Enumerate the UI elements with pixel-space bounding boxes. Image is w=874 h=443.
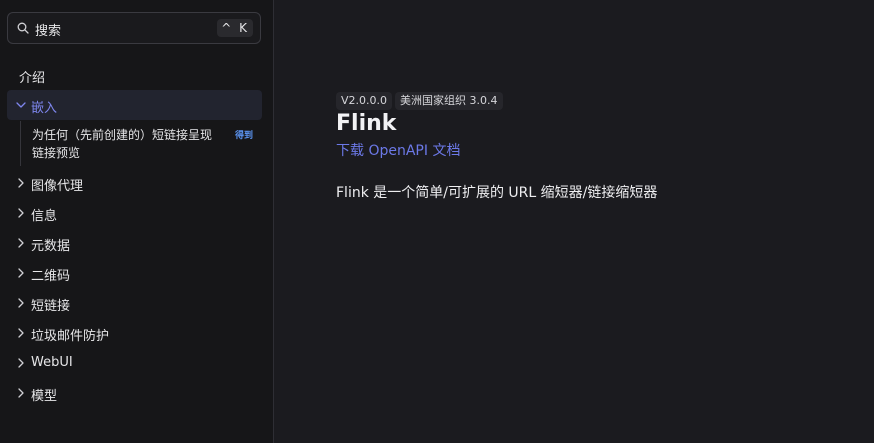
- sidebar-item-label: WebUI: [31, 355, 73, 370]
- sidebar-item-spam-protection[interactable]: 垃圾邮件防护: [7, 318, 262, 348]
- chevron-right-icon: [18, 268, 24, 278]
- sidebar-item-label: 图像代理: [31, 179, 84, 194]
- search-placeholder: 搜索: [35, 24, 62, 39]
- chevron-right-icon: [18, 388, 24, 398]
- search-shortcut: ^ K: [217, 19, 253, 37]
- subitem-label: 为任何（先前创建的）短链接呈现链接预览: [32, 128, 213, 160]
- chevron-right-icon: [18, 358, 24, 368]
- sidebar-item-image-proxy[interactable]: 图像代理: [7, 168, 262, 198]
- chevron-right-icon: [18, 238, 24, 248]
- version-tag: V2.0.0.0: [336, 92, 393, 110]
- section-title: 介绍: [19, 71, 46, 86]
- sidebar-item-label: 元数据: [31, 239, 71, 254]
- chevron-right-icon: [18, 298, 24, 308]
- sidebar-item-metadata[interactable]: 元数据: [7, 228, 262, 258]
- search-box[interactable]: 搜索 ^ K: [7, 12, 261, 44]
- tag-row: V2.0.0.0 美洲国家组织 3.0.4: [336, 89, 836, 110]
- chevron-right-icon: [18, 328, 24, 338]
- http-method-badge: 得到: [234, 131, 253, 141]
- main-content: V2.0.0.0 美洲国家组织 3.0.4 Flink 下载 OpenAPI 文档…: [336, 89, 836, 202]
- sidebar-item-qrcode[interactable]: 二维码: [7, 258, 262, 288]
- app: 搜索 ^ K 介绍 嵌入 为任何（先前创建的）短链接呈现链接预览 得到 图像代理…: [0, 0, 874, 443]
- search-icon: [17, 22, 29, 34]
- sidebar-item-info[interactable]: 信息: [7, 198, 262, 228]
- chevron-down-icon: [16, 102, 26, 108]
- sidebar-subitem-link-preview[interactable]: 为任何（先前创建的）短链接呈现链接预览 得到: [20, 121, 261, 166]
- sidebar-item-label: 短链接: [31, 299, 71, 314]
- api-description: Flink 是一个简单/可扩展的 URL 缩短器/链接缩短器: [336, 185, 658, 201]
- sidebar-item-embed[interactable]: 嵌入: [7, 90, 262, 120]
- sidebar: 搜索 ^ K 介绍 嵌入 为任何（先前创建的）短链接呈现链接预览 得到 图像代理…: [0, 0, 274, 443]
- sidebar-item-label: 垃圾邮件防护: [31, 329, 110, 344]
- sidebar-item-label: 模型: [31, 389, 58, 404]
- page-title: Flink: [336, 111, 397, 136]
- chevron-right-icon: [18, 208, 24, 218]
- sidebar-item-label: 二维码: [31, 269, 71, 284]
- download-openapi-link[interactable]: 下载 OpenAPI 文档: [336, 140, 836, 160]
- sidebar-item-shortlink[interactable]: 短链接: [7, 288, 262, 318]
- chevron-right-icon: [18, 178, 24, 188]
- sidebar-item-label: 信息: [31, 209, 58, 224]
- sidebar-item-label: 嵌入: [31, 101, 58, 116]
- oas-version-tag: 美洲国家组织 3.0.4: [395, 92, 503, 110]
- sidebar-item-models[interactable]: 模型: [7, 378, 262, 408]
- sidebar-item-webui[interactable]: WebUI: [7, 348, 262, 378]
